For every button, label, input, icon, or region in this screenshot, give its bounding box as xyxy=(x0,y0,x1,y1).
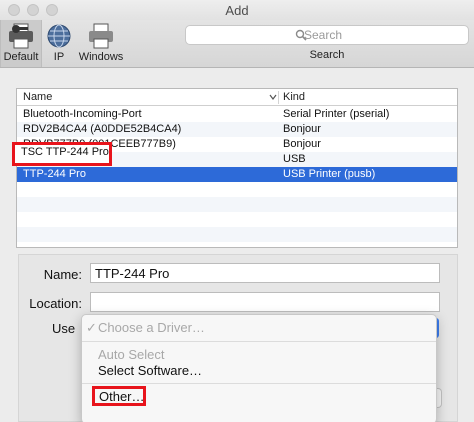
printer-kind: USB Printer (pusb) xyxy=(283,168,376,180)
menu-item-select-software[interactable]: Select Software… xyxy=(98,363,202,378)
printer-name: TTP-244 Pro xyxy=(23,168,86,180)
name-label: Name: xyxy=(43,267,82,282)
printer-kind: Serial Printer (pserial) xyxy=(283,108,390,120)
menu-item-choose-driver: ✓ Choose a Driver… xyxy=(86,320,205,335)
window-title: Add xyxy=(225,3,249,18)
menu-item-other-label: Other… xyxy=(99,389,145,404)
search-icon xyxy=(295,29,307,41)
printer-list[interactable]: Name Kind Bluetooth-Incoming-Port Serial… xyxy=(16,88,458,248)
toolbar-windows-label: Windows xyxy=(78,51,124,63)
search-label: Search xyxy=(309,49,345,61)
toolbar-windows-button[interactable]: Windows xyxy=(77,20,125,67)
printer-kind: USB xyxy=(283,153,306,165)
empty-row xyxy=(17,212,457,227)
toolbar-ip-label: IP xyxy=(53,51,65,63)
toolbar-default-label: Default xyxy=(3,51,39,63)
printer-kind: Bonjour xyxy=(283,138,321,150)
printer-row[interactable]: Bluetooth-Incoming-Port Serial Printer (… xyxy=(17,107,457,122)
location-field[interactable] xyxy=(90,292,440,312)
printer-name: RDV2B4CA4 (A0DDE52B4CA4) xyxy=(23,123,182,135)
column-header-kind[interactable]: Kind xyxy=(283,91,305,103)
menu-item-other[interactable]: Other… xyxy=(92,386,146,406)
globe-icon xyxy=(47,24,71,48)
sort-ascending-icon xyxy=(269,94,277,100)
empty-row xyxy=(17,197,457,212)
menu-item-auto-select: Auto Select xyxy=(98,347,165,362)
printer-kind: Bonjour xyxy=(283,123,321,135)
default-printer-icon xyxy=(9,23,33,49)
menu-item-label: Choose a Driver… xyxy=(98,320,205,335)
empty-row xyxy=(17,182,457,197)
name-field[interactable] xyxy=(90,263,440,283)
highlighted-printer-name: TSC TTP-244 Pro xyxy=(21,146,109,158)
toolbar-ip-button[interactable]: IP xyxy=(43,20,75,67)
printer-row-selected[interactable]: TTP-244 Pro USB Printer (pusb) xyxy=(17,167,457,182)
column-divider xyxy=(278,91,279,104)
column-header-name[interactable]: Name xyxy=(23,91,52,103)
location-label: Location: xyxy=(29,296,82,311)
menu-separator xyxy=(82,383,436,384)
search-input[interactable] xyxy=(185,25,469,45)
printer-row[interactable]: RDV2B4CA4 (A0DDE52B4CA4) Bonjour xyxy=(17,122,457,137)
empty-row xyxy=(17,227,457,242)
use-label: Use xyxy=(52,321,76,336)
list-header: Name Kind xyxy=(17,89,457,106)
toolbar-default-button[interactable]: Default xyxy=(0,20,42,67)
highlight-box-printer[interactable]: TSC TTP-244 Pro xyxy=(12,142,112,166)
windows-printer-icon xyxy=(89,23,113,49)
title-bar: Add xyxy=(0,0,474,20)
checkmark-icon: ✓ xyxy=(86,320,97,335)
menu-separator xyxy=(82,341,436,342)
printer-name: Bluetooth-Incoming-Port xyxy=(23,108,142,120)
